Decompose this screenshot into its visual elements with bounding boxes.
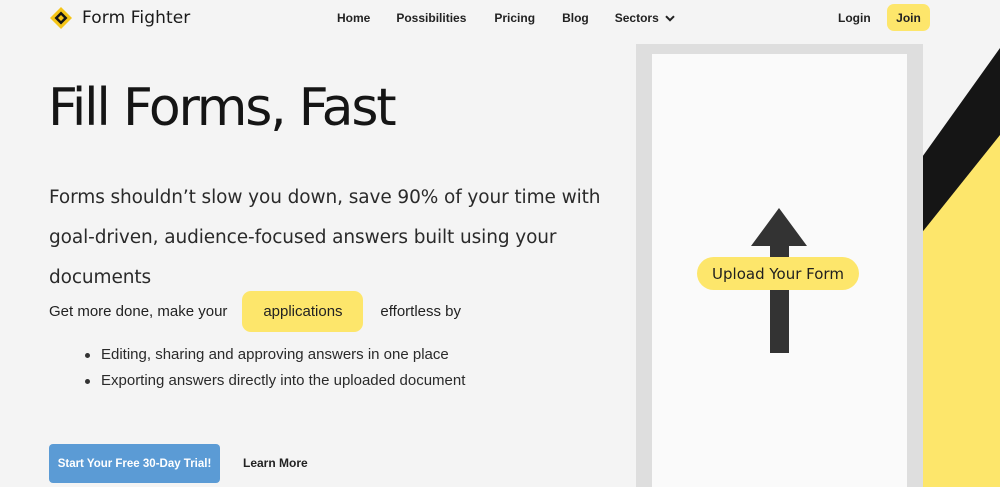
hero-title: Fill Forms, Fast [48,78,397,138]
brand-name: Form Fighter [82,8,191,28]
brand-logo[interactable]: Form Fighter [49,6,190,30]
nav-blog-link[interactable]: Blog [562,11,589,25]
nav-sectors-label: Sectors [614,11,659,25]
get-more-line: Get more done, make your applications ef… [49,291,461,332]
get-more-prefix: Get more done, make your [49,303,228,320]
feature-item: Exporting answers directly into the uplo… [84,368,465,394]
highlight-word-badge: applications [242,291,364,332]
nav-possibilities-link[interactable]: Possibilities [396,11,466,25]
chevron-down-icon [665,14,675,22]
login-link[interactable]: Login [838,11,871,25]
diamond-logo-icon [50,7,72,29]
hero-subtitle: Forms shouldn’t slow you down, save 90% … [49,187,601,288]
learn-more-link[interactable]: Learn More [243,456,308,470]
feature-item: Editing, sharing and approving answers i… [84,342,465,368]
main-nav: Home Possibilities Pricing Blog Sectors [337,11,675,25]
feature-list: Editing, sharing and approving answers i… [84,342,465,394]
start-trial-button[interactable]: Start Your Free 30-Day Trial! [49,444,220,483]
join-button[interactable]: Join [887,4,930,31]
upload-form-button[interactable]: Upload Your Form [697,257,859,290]
nav-home-link[interactable]: Home [337,11,370,25]
nav-sectors-dropdown[interactable]: Sectors [615,11,675,25]
get-more-suffix: effortless by [380,303,462,320]
nav-pricing-link[interactable]: Pricing [494,11,535,25]
